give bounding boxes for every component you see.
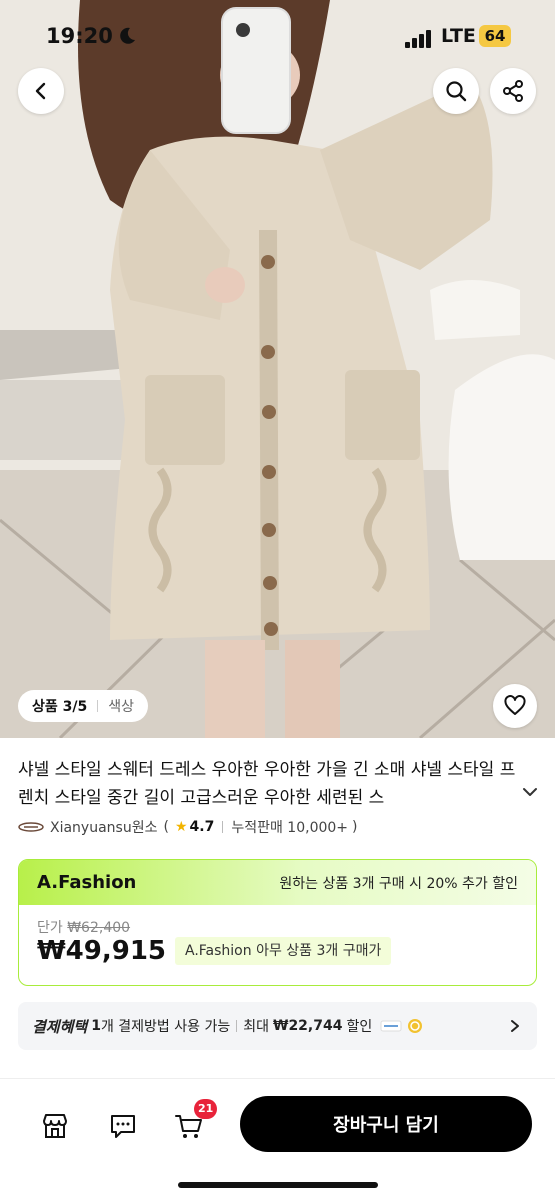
benefit-count: 1 — [91, 1018, 101, 1034]
paren-open: ( — [163, 819, 169, 835]
product-photo — [0, 0, 555, 738]
network-type: LTE — [441, 25, 476, 47]
card-logos — [380, 1017, 424, 1035]
chat-icon[interactable] — [108, 1111, 138, 1141]
product-title-area: 샤넬 스타일 스웨터 드레스 우아한 우아한 가을 긴 소매 샤넬 스타일 프렌… — [18, 756, 518, 812]
search-icon — [446, 81, 467, 102]
battery-indicator: 64 — [479, 25, 511, 47]
product-page: 19:20 LTE 64 상품 3/5 색상 샤넬 스타일 스웨터 드레스 우아… — [0, 0, 555, 1200]
product-title: 샤넬 스타일 스웨터 드레스 우아한 우아한 가을 긴 소매 샤넬 스타일 프렌… — [18, 760, 516, 808]
home-indicator — [178, 1182, 378, 1188]
status-bar: 19:20 LTE 64 — [0, 0, 555, 70]
unit-price: 단가 ₩62,400 — [37, 917, 130, 937]
back-button[interactable] — [18, 68, 64, 114]
seller-name[interactable]: Xianyuansu원소 — [50, 817, 157, 837]
bundle-promo-box[interactable]: A.Fashion 원하는 상품 3개 구매 시 20% 추가 할인 단가 ₩6… — [18, 859, 537, 986]
sales-count: 누적판매 10,000+ — [231, 820, 349, 836]
cart-count-badge: 21 — [194, 1099, 218, 1119]
benefit-max-amount: ₩22,744 — [273, 1018, 343, 1034]
clock: 19:20 — [46, 24, 113, 48]
add-to-cart-button[interactable]: 장바구니 담기 — [240, 1096, 532, 1152]
moon-icon — [120, 27, 135, 44]
store-icon[interactable] — [40, 1111, 70, 1141]
heart-icon — [504, 695, 526, 715]
bottom-action-bar: 21 장바구니 담기 — [0, 1078, 555, 1200]
star-icon: ★ — [174, 819, 188, 835]
chevron-down-icon[interactable] — [520, 782, 540, 802]
product-image[interactable]: 19:20 LTE 64 상품 3/5 색상 — [0, 0, 555, 738]
promo-brand: A.Fashion — [37, 872, 137, 893]
divider — [222, 821, 224, 833]
option-tab-color[interactable]: 색상 — [108, 696, 134, 716]
share-icon — [503, 80, 523, 102]
promo-offer: 원하는 상품 3개 구매 시 20% 추가 할인 — [279, 875, 518, 892]
image-index: 상품 3/5 — [32, 699, 88, 715]
image-pager: 상품 3/5 색상 — [18, 690, 148, 722]
divider — [97, 700, 99, 712]
benefit-discount-text: 할인 — [346, 1019, 373, 1035]
seller-rating: 4.7 — [189, 819, 215, 835]
signal-icon — [405, 29, 433, 48]
benefit-count-text: 개 결제방법 사용 가능 — [100, 1019, 231, 1035]
bundle-price-tag: A.Fashion 아무 상품 3개 구매가 — [175, 937, 392, 965]
chevron-right-icon — [511, 1020, 519, 1032]
unit-price-label: 단가 — [37, 920, 63, 936]
sale-price: ₩49,915 — [37, 936, 167, 966]
benefit-max-label: 최대 — [243, 1019, 269, 1035]
original-price: ₩62,400 — [67, 920, 131, 936]
promo-header: A.Fashion 원하는 상품 3개 구매 시 20% 추가 할인 — [19, 860, 536, 905]
paren-close: ) — [352, 819, 358, 835]
wishlist-button[interactable] — [493, 684, 537, 728]
card-logo-icon — [380, 1020, 402, 1032]
seller-info[interactable]: Xianyuansu원소 ( ★ 4.7 누적판매 10,000+ ) — [18, 817, 357, 837]
divider — [236, 1020, 238, 1032]
share-button[interactable] — [490, 68, 536, 114]
search-button[interactable] — [433, 68, 479, 114]
chevron-left-icon — [35, 82, 46, 100]
payment-benefit-row[interactable]: 결제혜택 1 개 결제방법 사용 가능 최대 ₩22,744 할인 — [18, 1002, 537, 1050]
benefit-label: 결제혜택 — [32, 1017, 88, 1036]
medal-icon — [408, 1019, 423, 1033]
seller-logo — [18, 822, 44, 832]
